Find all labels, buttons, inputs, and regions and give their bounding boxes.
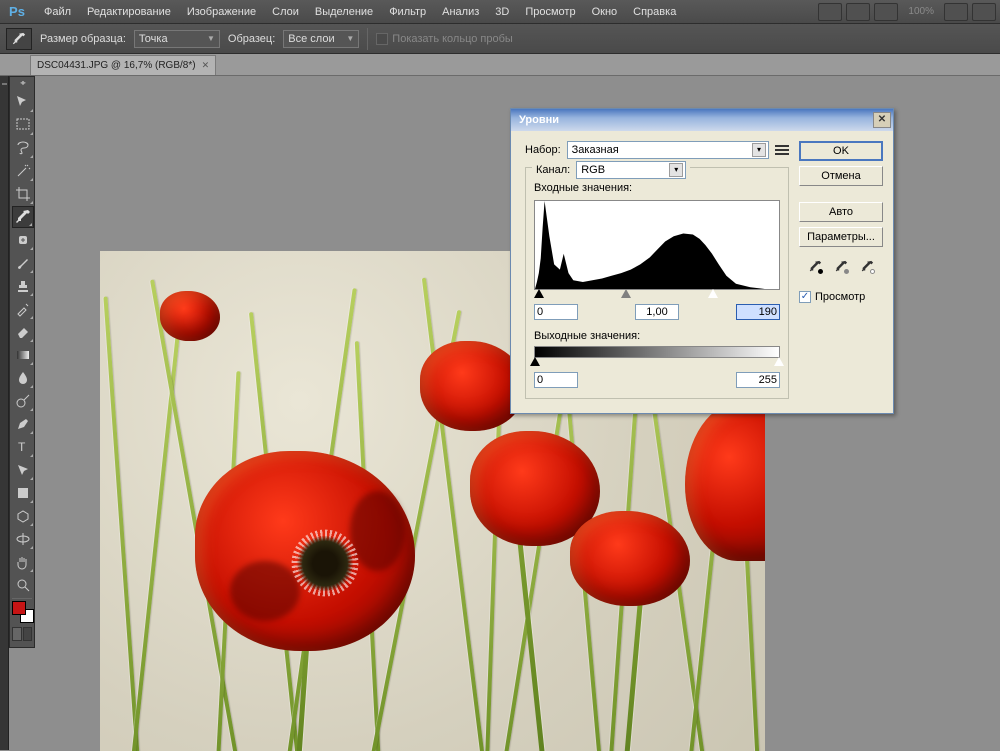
- output-label: Выходные значения:: [534, 330, 780, 342]
- channel-fieldset: Канал: RGB▾ Входные значения:: [525, 167, 789, 399]
- brush-tool[interactable]: [12, 252, 34, 274]
- blur-tool[interactable]: [12, 367, 34, 389]
- menu-layer[interactable]: Слои: [264, 6, 307, 18]
- history-brush-tool[interactable]: [12, 298, 34, 320]
- output-black-field[interactable]: [534, 372, 578, 388]
- stamp-tool[interactable]: [12, 275, 34, 297]
- screen-mode-icon[interactable]: [944, 3, 968, 21]
- output-white-field[interactable]: [736, 372, 780, 388]
- launcher-bridge-icon[interactable]: [818, 3, 842, 21]
- hand-tool[interactable]: [12, 551, 34, 573]
- menu-filter[interactable]: Фильтр: [381, 6, 434, 18]
- dodge-tool[interactable]: [12, 390, 34, 412]
- eraser-tool[interactable]: [12, 321, 34, 343]
- menu-help[interactable]: Справка: [625, 6, 684, 18]
- options-divider: [367, 28, 368, 50]
- menu-analysis[interactable]: Анализ: [434, 6, 487, 18]
- output-slider[interactable]: [534, 358, 780, 368]
- input-black-field[interactable]: [534, 304, 578, 320]
- eyedropper-icon: [12, 32, 26, 46]
- white-eyedropper-icon[interactable]: [857, 258, 877, 276]
- sample-dropdown[interactable]: Все слои▼: [283, 30, 359, 48]
- launcher-mb-icon[interactable]: [846, 3, 870, 21]
- dialog-title: Уровни: [519, 114, 559, 126]
- color-swatches[interactable]: [12, 601, 34, 623]
- zoom-percent: 100%: [902, 6, 940, 17]
- ok-button[interactable]: OK: [799, 141, 883, 161]
- channel-label: Канал:: [536, 164, 570, 176]
- input-black-handle[interactable]: [534, 289, 544, 298]
- cancel-button[interactable]: Отмена: [799, 166, 883, 186]
- current-tool-preview[interactable]: [6, 28, 32, 50]
- histogram-chart: [535, 201, 779, 289]
- move-tool[interactable]: [12, 91, 34, 113]
- show-ring-checkbox: Показать кольцо пробы: [376, 33, 513, 45]
- histogram: [534, 200, 780, 290]
- close-icon[interactable]: ✕: [202, 60, 210, 71]
- foreground-color-swatch[interactable]: [12, 601, 26, 615]
- svg-text:T: T: [18, 440, 26, 454]
- dialog-titlebar[interactable]: Уровни ✕: [511, 109, 893, 131]
- preset-label: Набор:: [525, 144, 561, 156]
- menu-bar: Ps Файл Редактирование Изображение Слои …: [0, 0, 1000, 24]
- wand-tool[interactable]: [12, 160, 34, 182]
- pen-tool[interactable]: [12, 413, 34, 435]
- zoom-tool[interactable]: [12, 574, 34, 596]
- menu-file[interactable]: Файл: [36, 6, 79, 18]
- 3d-tool[interactable]: [12, 505, 34, 527]
- auto-button[interactable]: Авто: [799, 202, 883, 222]
- shape-tool[interactable]: [12, 482, 34, 504]
- input-gamma-field[interactable]: [635, 304, 679, 320]
- input-slider[interactable]: [534, 290, 780, 300]
- eyedropper-tool[interactable]: [12, 206, 34, 228]
- toolbox: T: [9, 76, 35, 648]
- close-icon[interactable]: ✕: [873, 112, 891, 128]
- quickmask-mode-button[interactable]: [23, 627, 33, 641]
- menu-3d[interactable]: 3D: [487, 6, 517, 18]
- document-tab-title: DSC04431.JPG @ 16,7% (RGB/8*): [37, 60, 196, 71]
- sample-size-label: Размер образца:: [40, 33, 126, 45]
- output-gradient[interactable]: [534, 346, 780, 358]
- channel-dropdown[interactable]: RGB▾: [576, 161, 686, 179]
- menu-image[interactable]: Изображение: [179, 6, 264, 18]
- input-white-handle[interactable]: [708, 289, 718, 298]
- preview-checkbox[interactable]: ✓ Просмотр: [799, 291, 883, 303]
- menu-view[interactable]: Просмотр: [517, 6, 583, 18]
- input-white-field[interactable]: [736, 304, 780, 320]
- options-bar: Размер образца: Точка▼ Образец: Все слои…: [0, 24, 1000, 54]
- sample-label: Образец:: [228, 33, 275, 45]
- output-black-handle[interactable]: [530, 357, 540, 366]
- dock-strip[interactable]: [0, 76, 9, 750]
- path-select-tool[interactable]: [12, 459, 34, 481]
- crop-tool[interactable]: [12, 183, 34, 205]
- gray-eyedropper-icon[interactable]: [831, 258, 851, 276]
- app-logo: Ps: [4, 3, 30, 21]
- checkbox-icon: [376, 33, 388, 45]
- type-tool[interactable]: T: [12, 436, 34, 458]
- input-gamma-handle[interactable]: [621, 289, 631, 298]
- document-tab[interactable]: DSC04431.JPG @ 16,7% (RGB/8*) ✕: [30, 55, 216, 75]
- black-eyedropper-icon[interactable]: [805, 258, 825, 276]
- lasso-tool[interactable]: [12, 137, 34, 159]
- checkbox-icon: ✓: [799, 291, 811, 303]
- heal-tool[interactable]: [12, 229, 34, 251]
- menu-select[interactable]: Выделение: [307, 6, 381, 18]
- marquee-tool[interactable]: [12, 114, 34, 136]
- workspace-switcher-icon[interactable]: [972, 3, 996, 21]
- output-white-handle[interactable]: [774, 357, 784, 366]
- 3d-camera-tool[interactable]: [12, 528, 34, 550]
- options-button[interactable]: Параметры...: [799, 227, 883, 247]
- gradient-tool[interactable]: [12, 344, 34, 366]
- document-tab-strip: DSC04431.JPG @ 16,7% (RGB/8*) ✕: [0, 54, 1000, 76]
- standard-mode-button[interactable]: [12, 627, 22, 641]
- levels-dialog: Уровни ✕ Набор: Заказная▾ Канал: RGB▾ Вх…: [510, 108, 894, 414]
- preset-dropdown[interactable]: Заказная▾: [567, 141, 769, 159]
- arrange-documents-icon[interactable]: [874, 3, 898, 21]
- sample-size-dropdown[interactable]: Точка▼: [134, 30, 220, 48]
- input-label: Входные значения:: [534, 182, 780, 194]
- menu-window[interactable]: Окно: [584, 6, 626, 18]
- menu-edit[interactable]: Редактирование: [79, 6, 179, 18]
- preset-menu-icon[interactable]: [775, 144, 789, 156]
